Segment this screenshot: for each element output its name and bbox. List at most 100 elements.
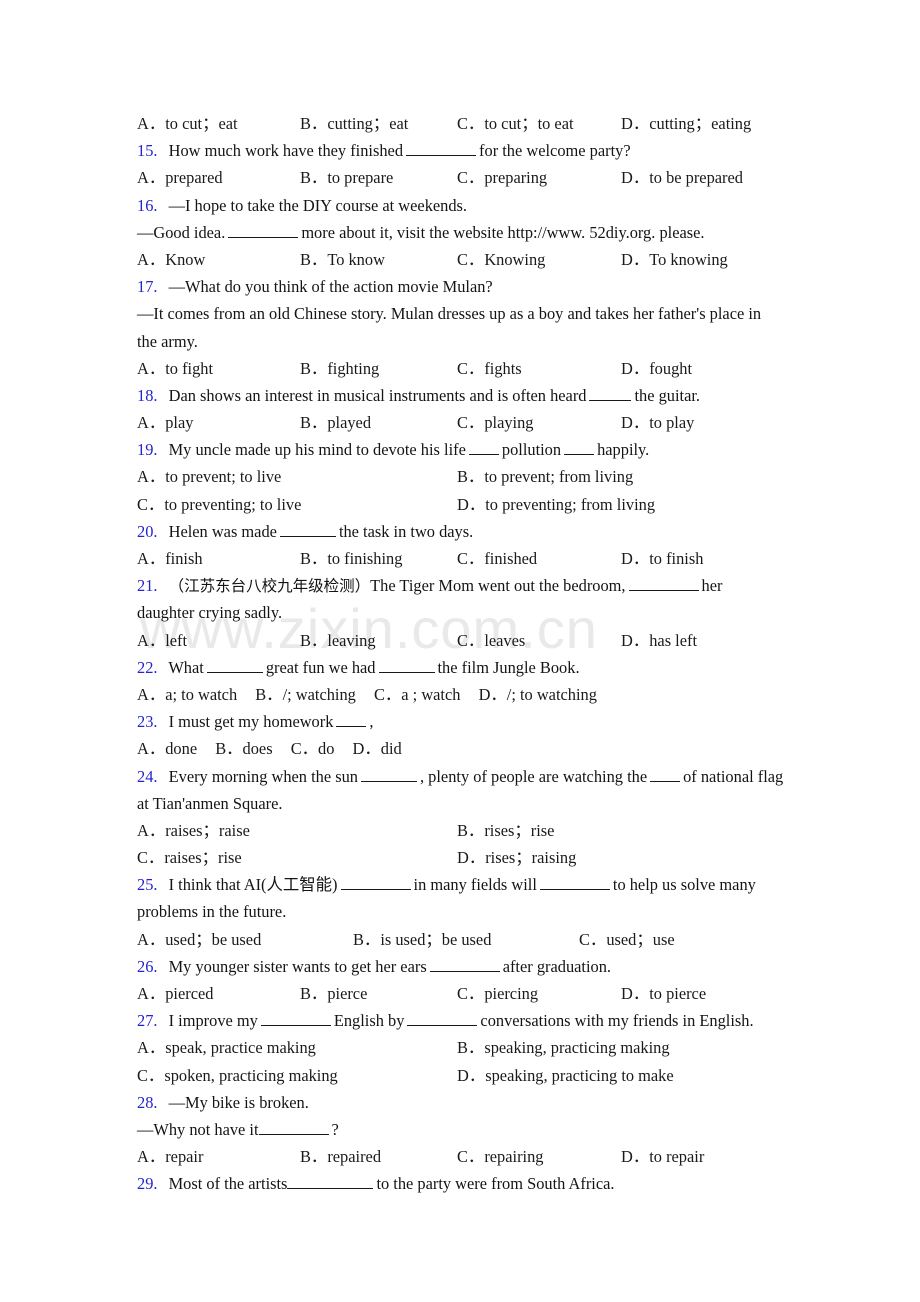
question-number: 24. bbox=[137, 766, 158, 786]
question-25: 25. I think that AI(人工智能) in many fields … bbox=[137, 871, 780, 898]
option-d: D．to preventing; from living bbox=[457, 494, 656, 514]
answer-blank bbox=[407, 1013, 478, 1027]
answer-blank bbox=[260, 1013, 331, 1027]
option-b: B．fighting bbox=[300, 358, 380, 378]
option-a: A．repair bbox=[137, 1147, 204, 1167]
question-stem-tail: conversations with my friends in English… bbox=[480, 1011, 754, 1031]
option-c: C．fights bbox=[457, 358, 522, 378]
worksheet-page: A．to cut；eat B．cutting；eat C．to cut；to e… bbox=[0, 0, 920, 1302]
answer-blank bbox=[589, 388, 632, 401]
question-26: 26. My younger sister wants to get her e… bbox=[137, 953, 780, 980]
question-stem: My uncle made up his mind to devote his … bbox=[168, 440, 466, 460]
option-c: C．repairing bbox=[457, 1147, 544, 1167]
option-a: A．used；be used bbox=[137, 929, 262, 949]
option-b: B．to finishing bbox=[300, 549, 403, 569]
option-row: A．Know B．To know C．Knowing D．To knowing bbox=[137, 246, 780, 273]
question-stem: The Tiger Mom went out the bedroom, bbox=[370, 576, 626, 596]
dialogue-reply-tail: more about it, visit the website http://… bbox=[301, 222, 705, 242]
option-c: C．preparing bbox=[457, 168, 548, 188]
option-a: A．raises；raise bbox=[137, 820, 250, 840]
answer-blank bbox=[206, 660, 263, 673]
answer-blank bbox=[228, 225, 299, 238]
question-27: 27. I improve my English by conversations … bbox=[137, 1007, 780, 1034]
option-b: B．To know bbox=[300, 249, 385, 269]
question-number: 27. bbox=[137, 1011, 158, 1031]
answer-blank bbox=[279, 524, 336, 537]
question-stem-tail: of national flag bbox=[683, 766, 784, 786]
question-stem: I think that AI(人工智能) bbox=[168, 875, 338, 895]
question-29: 29. Most of the artists to the party were… bbox=[137, 1170, 780, 1197]
question-20: 20. Helen was made the task in two days. bbox=[137, 518, 780, 545]
option-a: A．done bbox=[137, 739, 198, 759]
question-stem: My younger sister wants to get her ears bbox=[168, 956, 427, 976]
option-b: B．leaving bbox=[300, 630, 376, 650]
question-stem: I must get my homework bbox=[168, 712, 334, 732]
question-stem: What bbox=[168, 657, 204, 677]
option-a: A．to prevent; to live bbox=[137, 467, 282, 487]
answer-blank bbox=[539, 877, 610, 891]
question-stem-tail: her bbox=[701, 576, 723, 596]
question-number: 26. bbox=[137, 956, 158, 976]
option-row: C．to preventing; to live D．to preventing… bbox=[137, 491, 780, 518]
option-row: A．left B．leaving C．leaves D．has left bbox=[137, 627, 780, 654]
answer-blank bbox=[628, 578, 699, 592]
question-stem-mid: great fun we had bbox=[265, 657, 376, 677]
option-row: A．speak, practice making B．speaking, pra… bbox=[137, 1034, 780, 1061]
question-stem: —What do you think of the action movie M… bbox=[168, 277, 493, 297]
question-stem: I improve my bbox=[168, 1011, 258, 1031]
option-row: A．to fight B．fighting C．fights D．fought bbox=[137, 355, 780, 382]
option-c: C．playing bbox=[457, 413, 534, 433]
option-d: D．did bbox=[352, 739, 402, 759]
question-stem-mid: pollution bbox=[501, 440, 562, 460]
option-d: D．to pierce bbox=[621, 984, 707, 1004]
answer-blank bbox=[650, 769, 681, 782]
question-stem: Helen was made bbox=[168, 521, 277, 541]
option-d: D．to finish bbox=[621, 549, 704, 569]
option-row: A．to prevent; to live B．to prevent; from… bbox=[137, 463, 780, 490]
option-b: B．/; watching bbox=[255, 684, 356, 704]
option-a: A．Know bbox=[137, 249, 206, 269]
option-a: A．pierced bbox=[137, 984, 214, 1004]
question-number: 19. bbox=[137, 440, 158, 460]
option-c: C．Knowing bbox=[457, 249, 546, 269]
question-21-line2: daughter crying sadly. bbox=[137, 599, 780, 626]
option-row: A．done B．does C．do D．did bbox=[137, 735, 780, 762]
option-row: A．finish B．to finishing C．finished D．to … bbox=[137, 545, 780, 572]
option-b: B．played bbox=[300, 413, 372, 433]
question-number: 25. bbox=[137, 875, 158, 895]
question-stem: —I hope to take the DIY course at weeken… bbox=[168, 195, 468, 215]
option-c: C．raises；rise bbox=[137, 848, 242, 868]
question-stem: —My bike is broken. bbox=[168, 1092, 309, 1112]
answer-blank bbox=[378, 660, 435, 673]
option-c: C．spoken, practicing making bbox=[137, 1065, 338, 1085]
option-row: A．prepared B．to prepare C．preparing D．to… bbox=[137, 164, 780, 191]
option-c: C．to cut；to eat bbox=[457, 114, 574, 133]
option-a: A．speak, practice making bbox=[137, 1038, 316, 1058]
option-d: D．to repair bbox=[621, 1147, 705, 1167]
option-b: B．speaking, practicing making bbox=[457, 1038, 670, 1058]
option-a: A．to cut；eat bbox=[137, 114, 238, 133]
question-25-line2: problems in the future. bbox=[137, 898, 780, 925]
question-22: 22. What great fun we had the film Jungle … bbox=[137, 654, 780, 681]
option-c: C．finished bbox=[457, 549, 538, 569]
question-stem-tail: to help us solve many bbox=[612, 875, 756, 895]
option-b: B．is used；be used bbox=[353, 929, 492, 949]
option-c: C．a ; watch bbox=[373, 684, 461, 704]
question-17-paragraph: —It comes from an old Chinese story. Mul… bbox=[137, 300, 780, 354]
question-23: 23. I must get my homework, bbox=[137, 708, 780, 735]
question-stem-mid: , plenty of people are watching the bbox=[419, 766, 648, 786]
option-a: A．a; to watch bbox=[137, 684, 238, 704]
option-b: B．does bbox=[215, 739, 273, 759]
question-24-line2: at Tian'anmen Square. bbox=[137, 790, 780, 817]
question-21: 21. （江苏东台八校九年级检测）The Tiger Mom went out … bbox=[137, 572, 780, 599]
option-d: D．to be prepared bbox=[621, 168, 743, 188]
question-19: 19. My uncle made up his mind to devote … bbox=[137, 436, 780, 463]
question-18: 18. Dan shows an interest in musical ins… bbox=[137, 382, 780, 409]
option-row: C．spoken, practicing making D．speaking, … bbox=[137, 1062, 780, 1089]
option-c: C．leaves bbox=[457, 630, 526, 650]
option-a: A．to fight bbox=[137, 358, 214, 378]
question-number: 21. bbox=[137, 576, 158, 596]
question-stem-mid: in many fields will bbox=[413, 875, 537, 895]
dialogue-reply: —It comes from an old Chinese story. Mul… bbox=[137, 304, 762, 351]
question-number: 28. bbox=[137, 1092, 158, 1112]
